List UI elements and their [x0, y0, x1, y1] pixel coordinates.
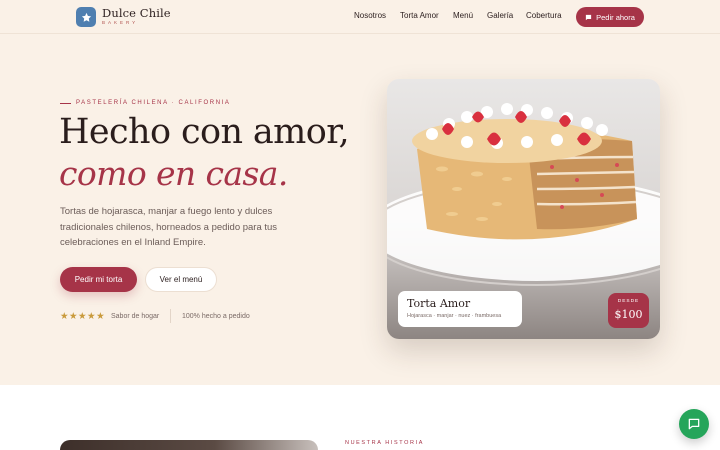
hero-eyebrow: PASTELERÍA CHILENA · CALIFORNIA: [76, 100, 231, 106]
price-prefix: DESDE: [617, 299, 640, 304]
product-name: Torta Amor: [407, 297, 471, 310]
rating-stars: ★★★★★: [60, 311, 106, 322]
nav-galeria[interactable]: Galería: [487, 11, 513, 20]
brand-subtitle: BAKERY: [102, 20, 139, 25]
product-ingredients: Hojarasca · manjar · nuez · frambuesa: [407, 313, 502, 319]
logo-star-icon[interactable]: [76, 7, 96, 27]
story-eyebrow: NUESTRA HISTORIA: [345, 440, 424, 446]
nav-torta-amor[interactable]: Torta Amor: [400, 11, 439, 20]
made-to-order-label: 100% hecho a pedido: [182, 313, 250, 320]
hero-description: Tortas de hojarasca, manjar a fuego lent…: [60, 206, 278, 248]
rating-label: Sabor de hogar: [111, 313, 160, 320]
order-now-button[interactable]: Pedir ahora: [576, 7, 644, 27]
divider: [170, 309, 171, 323]
nav-menu[interactable]: Menú: [453, 11, 473, 20]
view-menu-button[interactable]: Ver el menú: [145, 267, 217, 292]
story-section: NUESTRA HISTORIA: [0, 385, 720, 450]
price-value: $100: [614, 308, 643, 321]
whatsapp-chat-button[interactable]: [679, 409, 709, 439]
order-cake-button[interactable]: Pedir mi torta: [60, 267, 137, 292]
product-info-card: Torta Amor Hojarasca · manjar · nuez · f…: [398, 291, 522, 327]
whatsapp-icon: [688, 418, 700, 430]
hero-product-card[interactable]: Torta Amor Hojarasca · manjar · nuez · f…: [387, 79, 660, 339]
brand-name[interactable]: Dulce Chile: [102, 6, 171, 20]
order-now-label: Pedir ahora: [596, 12, 635, 22]
nav-cobertura[interactable]: Cobertura: [526, 11, 562, 20]
site-header: Dulce Chile BAKERY Nosotros Torta Amor M…: [0, 0, 720, 34]
hero-title-line1: Hecho con amor,: [59, 112, 350, 152]
story-photo: [60, 440, 318, 450]
eyebrow-line: [60, 103, 71, 104]
hero-title-line2: como en casa.: [59, 154, 288, 193]
price-badge: DESDE $100: [608, 293, 649, 328]
nav-nosotros[interactable]: Nosotros: [354, 11, 386, 20]
chat-icon: [585, 14, 592, 20]
